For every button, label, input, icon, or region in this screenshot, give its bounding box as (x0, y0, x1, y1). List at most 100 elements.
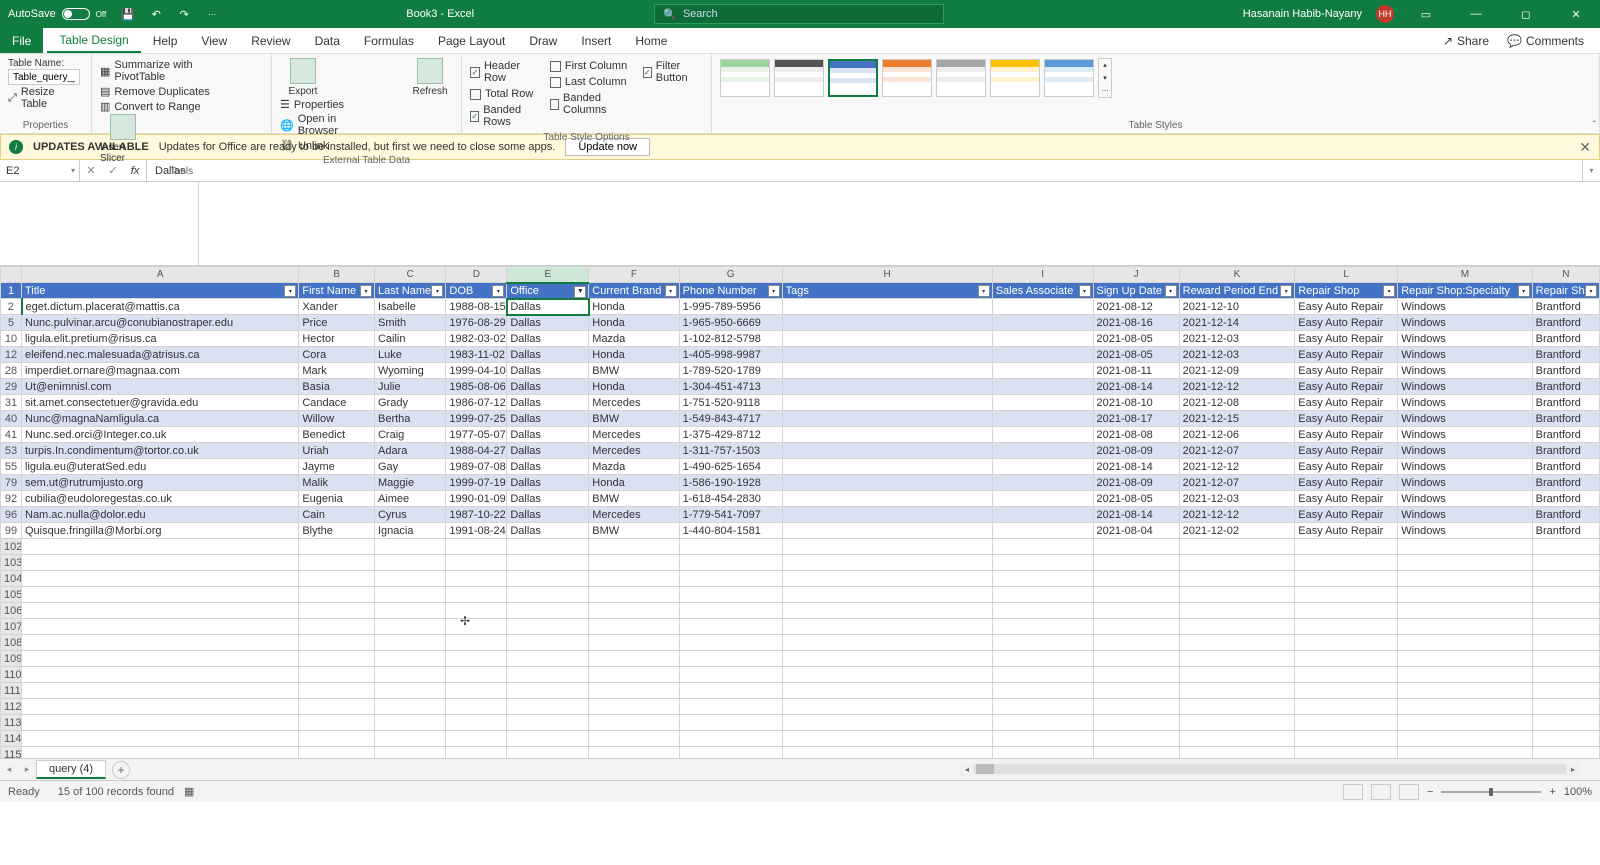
cell[interactable] (299, 619, 375, 635)
cell[interactable]: Uriah (299, 443, 375, 459)
cell[interactable]: 2021-12-06 (1179, 427, 1295, 443)
cell[interactable] (299, 539, 375, 555)
cell[interactable] (22, 555, 299, 571)
cell[interactable] (589, 603, 679, 619)
cell[interactable]: Candace (299, 395, 375, 411)
cell[interactable]: Easy Auto Repair (1295, 523, 1398, 539)
cell[interactable] (782, 587, 992, 603)
cell[interactable]: 2021-12-07 (1179, 475, 1295, 491)
cell[interactable] (589, 635, 679, 651)
cell[interactable] (782, 411, 992, 427)
cell[interactable] (782, 443, 992, 459)
cell[interactable] (589, 555, 679, 571)
column-header-K[interactable]: K (1179, 267, 1295, 283)
filter-dropdown-icon[interactable]: ▾ (1585, 285, 1597, 297)
tab-review[interactable]: Review (239, 28, 302, 53)
cell[interactable]: 2021-12-12 (1179, 379, 1295, 395)
cell[interactable] (992, 523, 1093, 539)
filter-dropdown-icon[interactable]: ▾ (1165, 285, 1177, 297)
cell[interactable] (1295, 651, 1398, 667)
cell[interactable] (299, 747, 375, 759)
cell[interactable] (992, 299, 1093, 315)
cell[interactable]: Nunc@magnaNamligula.ca (22, 411, 299, 427)
cell[interactable] (992, 491, 1093, 507)
cell[interactable] (1398, 571, 1532, 587)
cell[interactable] (679, 571, 782, 587)
cell[interactable]: ligula.eu@uteratSed.edu (22, 459, 299, 475)
table-header-cell[interactable]: Repair Shop:Specialty▾ (1398, 283, 1532, 299)
cell[interactable]: BMW (589, 491, 679, 507)
cell[interactable] (1398, 539, 1532, 555)
cell[interactable]: 1-102-812-5798 (679, 331, 782, 347)
cell[interactable] (1398, 699, 1532, 715)
cell[interactable] (1093, 555, 1179, 571)
cell[interactable]: cubilia@eudoloregestas.co.uk (22, 491, 299, 507)
cell[interactable] (1532, 747, 1599, 759)
select-all-cell[interactable] (1, 267, 22, 283)
cell[interactable]: 1-618-454-2830 (679, 491, 782, 507)
cell[interactable]: 2021-12-14 (1179, 315, 1295, 331)
cell[interactable] (782, 315, 992, 331)
cell[interactable]: Windows (1398, 523, 1532, 539)
row-header[interactable]: 114 (1, 731, 22, 747)
cell[interactable]: Easy Auto Repair (1295, 475, 1398, 491)
cell[interactable]: Brantford (1532, 475, 1599, 491)
search-box[interactable]: 🔍 Search (654, 4, 944, 24)
column-header-N[interactable]: N (1532, 267, 1599, 283)
ribbon-display-icon[interactable]: ▭ (1408, 0, 1444, 28)
cell[interactable]: imperdiet.ornare@magnaa.com (22, 363, 299, 379)
cell[interactable] (1295, 619, 1398, 635)
column-header-E[interactable]: E (507, 267, 589, 283)
table-name-input[interactable] (8, 69, 80, 85)
cell[interactable]: Brantford (1532, 427, 1599, 443)
cell[interactable]: 2021-08-05 (1093, 347, 1179, 363)
cell[interactable] (1295, 539, 1398, 555)
cell[interactable] (679, 603, 782, 619)
cell[interactable]: 1-405-998-9987 (679, 347, 782, 363)
cell[interactable] (992, 395, 1093, 411)
cell[interactable] (507, 715, 589, 731)
cell[interactable]: Dallas (507, 507, 589, 523)
cell[interactable] (1295, 587, 1398, 603)
cell[interactable] (992, 651, 1093, 667)
cell[interactable] (1532, 571, 1599, 587)
filter-dropdown-icon[interactable]: ▾ (431, 285, 443, 297)
cell[interactable] (992, 683, 1093, 699)
cell[interactable]: 2021-08-16 (1093, 315, 1179, 331)
qat-more-icon[interactable]: ⋯ (200, 4, 224, 24)
cell[interactable] (374, 635, 445, 651)
cell[interactable] (1295, 571, 1398, 587)
cell[interactable] (992, 667, 1093, 683)
page-layout-view-icon[interactable] (1371, 784, 1391, 800)
cell[interactable] (782, 619, 992, 635)
column-header-J[interactable]: J (1093, 267, 1179, 283)
cell[interactable] (1179, 603, 1295, 619)
cell[interactable]: Dallas (507, 443, 589, 459)
cell[interactable]: 1-965-950-6669 (679, 315, 782, 331)
cell[interactable] (22, 651, 299, 667)
cell[interactable] (299, 571, 375, 587)
cell[interactable]: Grady (374, 395, 445, 411)
cell[interactable]: Ignacia (374, 523, 445, 539)
cell[interactable]: Easy Auto Repair (1295, 459, 1398, 475)
cell[interactable] (446, 539, 507, 555)
cell[interactable]: Malik (299, 475, 375, 491)
cell[interactable] (299, 587, 375, 603)
macro-record-icon[interactable]: ▦ (184, 785, 194, 798)
cell[interactable] (1093, 715, 1179, 731)
cell[interactable]: Windows (1398, 299, 1532, 315)
cell[interactable] (1093, 667, 1179, 683)
cell[interactable] (1295, 683, 1398, 699)
table-header-cell[interactable]: First Name▾ (299, 283, 375, 299)
cell[interactable]: 1983-11-02 (446, 347, 507, 363)
cell[interactable] (992, 715, 1093, 731)
cell[interactable] (1179, 555, 1295, 571)
column-header-I[interactable]: I (992, 267, 1093, 283)
row-header[interactable]: 40 (1, 411, 22, 427)
message-close-icon[interactable]: ✕ (1579, 139, 1591, 156)
cell[interactable]: 2021-08-14 (1093, 507, 1179, 523)
cancel-formula-icon[interactable]: ✕ (80, 164, 102, 177)
cell[interactable]: 1-549-843-4717 (679, 411, 782, 427)
cell[interactable] (1532, 619, 1599, 635)
cell[interactable] (782, 379, 992, 395)
